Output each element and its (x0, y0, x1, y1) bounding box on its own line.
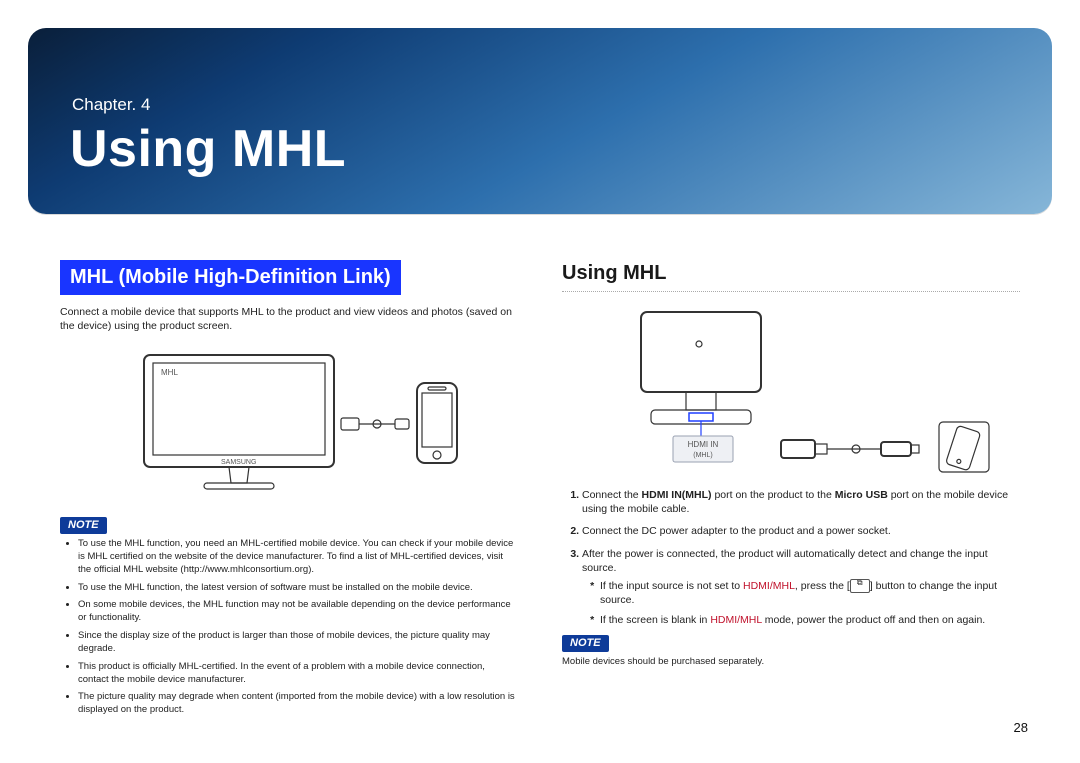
step-item: Connect the HDMI IN(MHL) port on the pro… (582, 488, 1020, 516)
content-columns: MHL (Mobile High-Definition Link) Connec… (60, 260, 1020, 723)
chapter-header: Chapter. 4 Using MHL (28, 28, 1052, 214)
intro-paragraph: Connect a mobile device that supports MH… (60, 305, 518, 333)
note-item: This product is officially MHL-certified… (78, 661, 518, 687)
source-button-icon (850, 579, 870, 593)
note-item: On some mobile devices, the MHL function… (78, 599, 518, 625)
steps-list: Connect the HDMI IN(MHL) port on the pro… (562, 488, 1020, 627)
diagram-screen-label: MHL (161, 368, 178, 377)
manual-page: Chapter. 4 Using MHL MHL (Mobile High-De… (0, 0, 1080, 763)
sub-steps: If the input source is not set to HDMI/M… (582, 579, 1020, 628)
svg-text:(MHL): (MHL) (693, 452, 712, 459)
diagram-mhl-connection: MHL SAMSUNG (60, 343, 518, 503)
note-item: Since the display size of the product is… (78, 630, 518, 656)
note-label-left: NOTE (60, 517, 107, 534)
note-text-right: Mobile devices should be purchased separ… (562, 656, 1020, 669)
step-item: After the power is connected, the produc… (582, 547, 1020, 628)
left-column: MHL (Mobile High-Definition Link) Connec… (60, 260, 518, 723)
note-item: To use the MHL function, you need an MHL… (78, 538, 518, 576)
step-item: Connect the DC power adapter to the prod… (582, 524, 1020, 538)
page-number: 28 (1014, 719, 1028, 737)
notes-list: To use the MHL function, you need an MHL… (60, 538, 518, 717)
sub-step-item: If the screen is blank in HDMI/MHL mode,… (600, 613, 1020, 627)
note-label-right: NOTE (562, 635, 609, 652)
chapter-title: Using MHL (70, 114, 346, 184)
sub-step-item: If the input source is not set to HDMI/M… (600, 579, 1020, 607)
section-heading-mhl: MHL (Mobile High-Definition Link) (60, 260, 401, 295)
diagram-monitor-ports: HDMI IN (MHL) (562, 304, 1020, 474)
section-heading-using: Using MHL (562, 260, 1020, 292)
svg-text:SAMSUNG: SAMSUNG (221, 459, 256, 466)
right-column: Using MHL HDMI IN (MHL) (562, 260, 1020, 723)
note-item: The picture quality may degrade when con… (78, 691, 518, 717)
svg-text:HDMI IN: HDMI IN (688, 440, 719, 449)
note-item: To use the MHL function, the latest vers… (78, 582, 518, 595)
